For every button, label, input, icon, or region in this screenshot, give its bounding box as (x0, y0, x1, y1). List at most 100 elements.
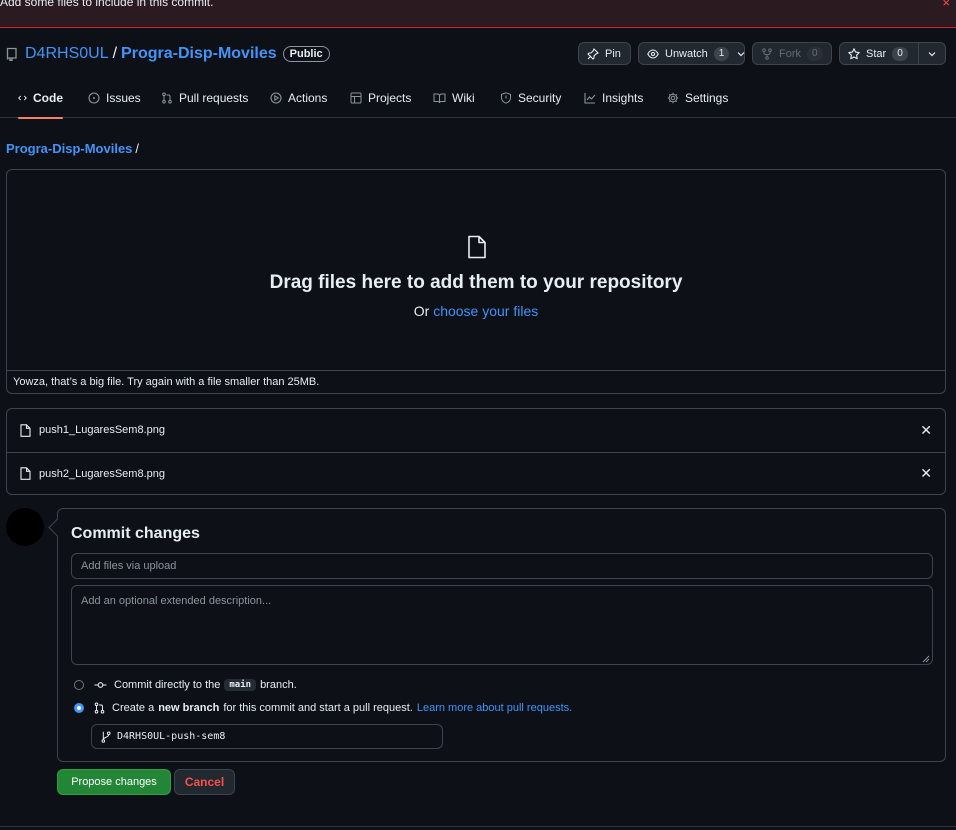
star-count: 0 (892, 46, 908, 61)
list-item: push1_LugaresSem8.png ✕ (7, 409, 945, 451)
repo-owner-link[interactable]: D4RHS0UL (25, 45, 109, 63)
fork-count: 0 (807, 46, 823, 61)
commit-title: Commit changes (71, 525, 200, 542)
breadcrumb: Progra-Disp-Moviles / (6, 141, 139, 156)
tab-label: Security (518, 91, 562, 105)
file-icon (20, 467, 31, 480)
fork-button[interactable]: Fork 0 (752, 42, 832, 65)
file-size-error: Yowza, that’s a big file. Try again with… (7, 370, 945, 393)
book-icon (433, 93, 446, 104)
new-branch-radio[interactable] (74, 703, 84, 713)
star-label: Star (866, 47, 887, 60)
git-commit-icon (94, 682, 107, 688)
new-branch-prefix: Create a (112, 702, 155, 714)
unwatch-label: Unwatch (665, 47, 708, 60)
star-button[interactable]: Star 0 (839, 42, 919, 65)
tab-issues[interactable]: Issues (88, 83, 141, 118)
repo-tabs: Code Issues Pull requests Actions Projec… (0, 83, 956, 119)
repo-separator: / (112, 45, 118, 62)
repo-header: D4RHS0UL / Progra-Disp-Moviles Public (6, 43, 330, 65)
commit-direct-radio[interactable] (74, 680, 84, 690)
commit-direct-suffix: branch. (260, 679, 297, 691)
breadcrumb-repo-link[interactable]: Progra-Disp-Moviles (6, 141, 132, 156)
tab-wiki[interactable]: Wiki (433, 83, 475, 118)
tab-label: Issues (106, 91, 141, 105)
new-branch-bold: new branch (158, 702, 220, 714)
close-icon[interactable]: × (942, 0, 950, 10)
tab-label: Projects (368, 91, 412, 105)
learn-more-link[interactable]: Learn more about pull requests. (417, 702, 572, 714)
play-icon (270, 92, 282, 104)
star-list-dropdown[interactable] (919, 42, 946, 65)
file-icon (468, 235, 486, 259)
pin-label: Pin (605, 47, 621, 60)
commit-summary-input[interactable] (71, 553, 933, 579)
branch-name-pill: main (224, 679, 257, 691)
star-group: Star 0 (839, 42, 946, 65)
remove-file-icon[interactable]: ✕ (920, 465, 932, 482)
dropzone-or: Or (413, 303, 430, 319)
fork-group: Fork 0 (752, 42, 832, 65)
issue-icon (88, 92, 100, 104)
git-branch-icon (101, 731, 111, 743)
tab-settings[interactable]: Settings (667, 83, 728, 118)
tab-label: Wiki (452, 91, 475, 105)
new-branch-suffix: for this commit and start a pull request… (223, 702, 413, 714)
branch-name-value: D4RHS0UL-push-sem8 (117, 731, 226, 742)
tab-insights[interactable]: Insights (584, 83, 643, 118)
repo-actions: Pin (578, 42, 631, 65)
dropzone-subtitle: Or choose your files (7, 303, 945, 319)
tab-label: Settings (685, 91, 729, 105)
shield-icon (501, 92, 511, 104)
tab-label: Actions (288, 91, 328, 105)
tab-projects[interactable]: Projects (350, 83, 411, 118)
tab-code[interactable]: Code (18, 83, 63, 119)
code-icon (18, 95, 27, 101)
resize-grip-icon[interactable] (922, 655, 930, 663)
tab-label: Insights (602, 91, 644, 105)
commit-direct-option[interactable]: Commit directly to the main branch. (74, 677, 297, 693)
file-dropzone[interactable]: Drag files here to add them to your repo… (6, 169, 946, 394)
tab-security[interactable]: Security (500, 83, 561, 118)
eye-icon (647, 48, 659, 60)
graph-icon (584, 93, 596, 104)
chevron-down-icon (928, 51, 936, 57)
fork-icon (761, 47, 773, 60)
error-banner-text: Add some files to include in this commit… (0, 0, 214, 9)
new-branch-option[interactable]: Create a new branch for this commit and … (74, 700, 572, 716)
repo-icon (6, 47, 18, 61)
file-name: push1_LugaresSem8.png (39, 424, 165, 436)
pull-request-icon (162, 92, 172, 104)
breadcrumb-separator: / (135, 141, 140, 156)
chevron-down-icon (737, 51, 745, 57)
commit-form: Commit changes Commit directly to the ma… (57, 508, 946, 762)
table-icon (350, 92, 362, 104)
choose-files-link[interactable]: choose your files (433, 303, 538, 319)
pin-button[interactable]: Pin (578, 42, 631, 65)
remove-file-icon[interactable]: ✕ (920, 422, 932, 439)
dropzone-title: Drag files here to add them to your repo… (269, 272, 683, 293)
footer-divider (0, 826, 956, 827)
tab-actions[interactable]: Actions (270, 83, 327, 118)
cancel-button[interactable]: Cancel (174, 769, 235, 795)
watch-count: 1 (713, 46, 730, 61)
gear-icon (667, 92, 679, 104)
repo-name-link[interactable]: Progra-Disp-Moviles (121, 45, 277, 63)
commit-direct-label: Commit directly to the (114, 679, 221, 691)
tab-label: Code (33, 91, 63, 105)
propose-changes-button[interactable]: Propose changes (57, 769, 171, 795)
tab-label: Pull requests (179, 91, 249, 105)
star-icon (848, 47, 860, 60)
file-icon (20, 423, 31, 437)
error-banner: Add some files to include in this commit… (0, 0, 956, 28)
tab-pull-requests[interactable]: Pull requests (161, 83, 248, 118)
unwatch-button[interactable]: Unwatch 1 (638, 42, 745, 65)
avatar (6, 508, 44, 546)
pull-request-icon (94, 702, 105, 714)
watch-group: Unwatch 1 (638, 42, 745, 65)
fork-label: Fork (779, 47, 801, 60)
uploaded-file-list: push1_LugaresSem8.png ✕ push2_LugaresSem… (6, 408, 946, 495)
commit-description-input[interactable] (71, 585, 933, 665)
list-item: push2_LugaresSem8.png ✕ (7, 452, 945, 494)
branch-name-field[interactable]: D4RHS0UL-push-sem8 (91, 724, 443, 749)
